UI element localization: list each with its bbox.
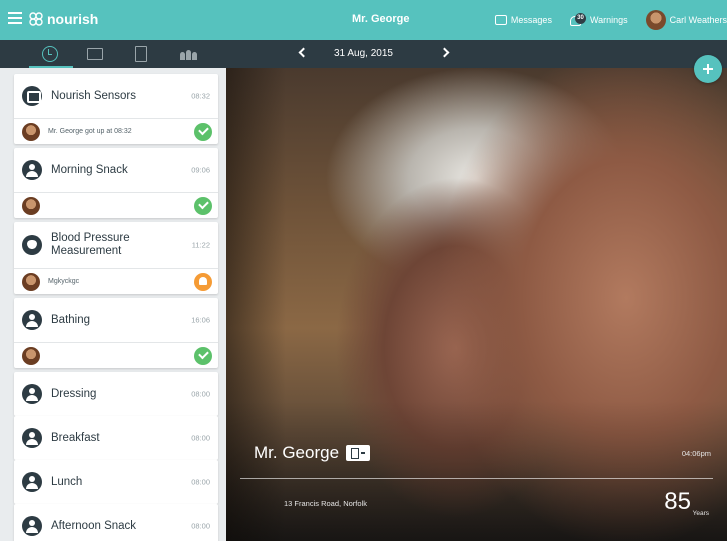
brand[interactable]: nourish xyxy=(28,11,98,27)
warnings-count-badge: 30 xyxy=(574,13,586,24)
next-day-chevron-icon[interactable] xyxy=(439,47,450,58)
message-icon xyxy=(494,15,507,25)
card-title: Lunch xyxy=(51,475,83,488)
person-icon xyxy=(22,428,42,448)
tab-timeline-clock-icon[interactable] xyxy=(29,46,73,69)
warnings-label: Warnings xyxy=(589,15,628,25)
person-icon xyxy=(22,310,42,330)
sensor-icon xyxy=(22,86,42,106)
user-avatar xyxy=(645,10,666,30)
card-time: 11:22 xyxy=(191,240,210,250)
card-title: Breakfast xyxy=(51,431,100,444)
card-time: 08:32 xyxy=(191,91,210,101)
card-title: Dressing xyxy=(51,387,97,400)
timeline-card[interactable]: Afternoon Snack 08:00 xyxy=(14,504,218,541)
timeline-card[interactable]: Lunch 08:00 xyxy=(14,460,218,504)
divider xyxy=(240,478,713,479)
timeline-card[interactable]: Breakfast 08:00 xyxy=(14,416,218,460)
age-unit: Years xyxy=(692,510,709,517)
resident-photo: Mr. George 04:06pm 13 Francis Road, Norf… xyxy=(226,68,727,541)
messages-button[interactable]: Messages xyxy=(494,15,552,25)
card-title: Afternoon Snack xyxy=(51,519,137,532)
top-right-actions: Messages 30 Warnings Carl Weathers xyxy=(494,0,727,40)
status-warning-icon[interactable] xyxy=(194,273,212,291)
timeline-card[interactable]: Morning Snack 09:06 xyxy=(14,148,218,218)
document-dropdown-button[interactable] xyxy=(346,445,370,461)
tab-clipboard-icon[interactable] xyxy=(135,46,147,62)
timeline-card[interactable]: Nourish Sensors 08:32 Mr. George got up … xyxy=(14,74,218,144)
sub-bar: 31 Aug, 2015 xyxy=(0,40,727,69)
previous-day-chevron-icon[interactable] xyxy=(298,47,309,58)
resident-age: 85 xyxy=(664,488,691,515)
card-note: Mr. George got up at 08:32 xyxy=(48,128,132,135)
status-ok-icon[interactable] xyxy=(194,347,212,365)
status-ok-icon[interactable] xyxy=(194,123,212,141)
add-button[interactable] xyxy=(694,55,722,83)
user-menu[interactable]: Carl Weathers xyxy=(645,10,727,30)
carer-avatar xyxy=(22,196,40,215)
timeline-card[interactable]: Bathing 16:06 xyxy=(14,298,218,368)
hamburger-menu-icon[interactable] xyxy=(8,12,22,24)
card-title: Nourish Sensors xyxy=(51,89,137,102)
resident-name: Mr. George xyxy=(254,443,340,462)
nourish-logo-icon xyxy=(29,12,43,26)
tab-calendar-icon[interactable] xyxy=(87,48,103,60)
card-title: Blood Pressure Measurement xyxy=(51,232,130,257)
carer-avatar xyxy=(22,272,40,291)
card-title: Morning Snack xyxy=(51,163,128,176)
timeline-list: Nourish Sensors 08:32 Mr. George got up … xyxy=(0,68,226,541)
carer-avatar xyxy=(22,346,40,365)
card-time: 08:00 xyxy=(191,521,210,531)
card-time: 09:06 xyxy=(191,165,210,175)
status-ok-icon[interactable] xyxy=(194,197,212,215)
brand-name: nourish xyxy=(47,11,99,27)
card-title: Bathing xyxy=(51,313,91,326)
person-icon xyxy=(22,516,42,536)
top-bar: nourish Mr. George Messages 30 Warnings … xyxy=(0,0,727,40)
current-date: 31 Aug, 2015 xyxy=(334,48,393,59)
messages-label: Messages xyxy=(510,15,552,25)
bell-icon: 30 xyxy=(569,13,586,27)
person-icon xyxy=(22,384,42,404)
resident-title: Mr. George xyxy=(352,13,410,25)
card-time: 08:00 xyxy=(191,433,210,443)
view-tabs xyxy=(0,40,226,69)
card-time: 08:00 xyxy=(191,389,210,399)
profile-time: 04:06pm xyxy=(681,449,711,458)
resident-address: 13 Francis Road, Norfolk xyxy=(284,499,367,508)
heart-icon xyxy=(22,235,42,255)
card-time: 16:06 xyxy=(191,315,210,325)
user-name: Carl Weathers xyxy=(669,15,727,25)
person-icon xyxy=(22,160,42,180)
tab-group-icon[interactable] xyxy=(180,48,198,60)
card-time: 08:00 xyxy=(191,477,210,487)
card-note: Mgkyckgc xyxy=(48,278,80,285)
date-navigator: 31 Aug, 2015 xyxy=(226,40,727,68)
carer-avatar xyxy=(22,122,40,141)
timeline-card[interactable]: Blood Pressure Measurement 11:22 Mgkyckg… xyxy=(14,222,218,294)
person-icon xyxy=(22,472,42,492)
timeline-card[interactable]: Dressing 08:00 xyxy=(14,372,218,416)
warnings-button[interactable]: 30 Warnings xyxy=(569,13,628,27)
